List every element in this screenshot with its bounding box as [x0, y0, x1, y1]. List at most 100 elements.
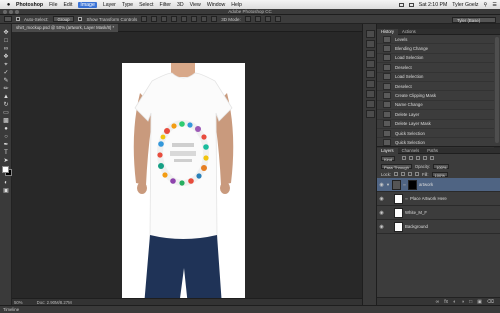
layer-row[interactable]: ◉ Background	[377, 220, 500, 234]
history-item[interactable]: Load Selection	[377, 73, 494, 82]
clone-stamp-tool-icon[interactable]: ▲	[2, 94, 10, 101]
healing-brush-tool-icon[interactable]: ✎	[2, 78, 10, 85]
layer-row[interactable]: ◉ ▼ ∞ artwork	[377, 178, 500, 192]
quick-mask-icon[interactable]: ◐	[2, 180, 10, 187]
document-canvas[interactable]	[122, 63, 245, 306]
eye-icon[interactable]: ◉	[377, 182, 386, 188]
pixel-filter-icon[interactable]	[402, 156, 407, 160]
lasso-tool-icon[interactable]: ∞	[2, 46, 10, 53]
layer-thumbnail[interactable]	[394, 207, 403, 218]
fill-field[interactable]: 100%	[431, 171, 448, 178]
slide-3d-icon[interactable]	[274, 16, 281, 22]
timeline-panel-tab[interactable]: Timeline	[0, 305, 500, 313]
clock[interactable]: Sat 2:10 PM	[419, 2, 448, 8]
eye-icon[interactable]: ◉	[377, 224, 386, 230]
add-mask-icon[interactable]: ◐	[453, 299, 456, 305]
layer-mask-thumbnail[interactable]	[408, 179, 417, 190]
tab-layers[interactable]: Layers	[377, 147, 398, 154]
layer-name[interactable]: White_M_F	[405, 210, 427, 215]
distribute-h-icon[interactable]	[211, 16, 218, 22]
menu-file[interactable]: File	[49, 2, 57, 8]
smart-object-thumbnail[interactable]	[394, 193, 403, 204]
styles-panel-icon[interactable]	[366, 60, 375, 68]
kind-filter-dropdown[interactable]: Kind	[381, 155, 396, 162]
history-scrollbar[interactable]	[495, 37, 499, 143]
gradient-tool-icon[interactable]: ▩	[2, 118, 10, 125]
history-item[interactable]: Quick Selection	[377, 138, 494, 148]
properties-panel-icon[interactable]	[366, 90, 375, 98]
spotlight-icon[interactable]: ⚲	[484, 2, 488, 8]
wifi-icon[interactable]	[398, 2, 404, 7]
color-swatches[interactable]	[2, 166, 12, 176]
dodge-tool-icon[interactable]: ○	[2, 134, 10, 141]
distribute-icon[interactable]	[201, 16, 208, 22]
new-group-icon[interactable]: □	[469, 299, 472, 305]
menu-layer[interactable]: Layer	[103, 2, 116, 8]
battery-icon[interactable]	[408, 2, 414, 7]
character-panel-icon[interactable]	[366, 70, 375, 78]
shape-filter-icon[interactable]	[423, 156, 428, 160]
link-layers-icon[interactable]: ∞	[436, 299, 440, 305]
swatches-panel-icon[interactable]	[366, 40, 375, 48]
align-center-icon[interactable]	[181, 16, 188, 22]
layer-row[interactable]: ◉ White_M_F	[377, 206, 500, 220]
history-item[interactable]: Create Clipping Mask	[377, 91, 494, 101]
align-top-icon[interactable]	[141, 16, 148, 22]
adjustments-panel-icon[interactable]	[366, 50, 375, 58]
quick-selection-tool-icon[interactable]: ❖	[2, 54, 10, 61]
transform-controls-checkbox[interactable]	[78, 17, 83, 21]
eyedropper-tool-icon[interactable]: ✓	[2, 70, 10, 77]
new-layer-icon[interactable]: ▣	[477, 299, 482, 305]
align-bottom-icon[interactable]	[161, 16, 168, 22]
menu-type[interactable]: Type	[122, 2, 133, 8]
menu-edit[interactable]: Edit	[63, 2, 72, 8]
blend-mode-dropdown[interactable]: Pass Through	[381, 163, 412, 170]
align-middle-icon[interactable]	[151, 16, 158, 22]
menu-filter[interactable]: Filter	[159, 2, 171, 8]
path-selection-tool-icon[interactable]: ➤	[2, 158, 10, 165]
adjustment-filter-icon[interactable]	[409, 156, 414, 160]
color-panel-icon[interactable]	[366, 30, 375, 38]
screen-mode-icon[interactable]: ▣	[2, 188, 10, 195]
eye-icon[interactable]: ◉	[377, 210, 386, 216]
auto-select-dropdown[interactable]: Group	[52, 16, 75, 22]
rotate-3d-icon[interactable]	[244, 16, 251, 22]
link-icon[interactable]: ∞	[405, 196, 409, 201]
document-size[interactable]: Doc: 2.90M/8.27M	[37, 300, 72, 305]
brush-tool-icon[interactable]: ✏	[2, 86, 10, 93]
drag-3d-icon[interactable]	[264, 16, 271, 22]
menu-image[interactable]: Image	[78, 1, 97, 8]
tab-paths[interactable]: Paths	[423, 148, 442, 154]
tab-channels[interactable]: Channels	[398, 148, 424, 154]
menu-help[interactable]: Help	[231, 2, 242, 8]
opacity-field[interactable]: 100%	[433, 163, 450, 170]
move-tool-icon[interactable]: ✥	[2, 30, 10, 37]
history-item[interactable]: Deselect	[377, 82, 494, 92]
history-item[interactable]: Quick Selection	[377, 129, 494, 139]
crop-tool-icon[interactable]: ⌖	[2, 62, 10, 69]
roll-3d-icon[interactable]	[254, 16, 261, 22]
lock-position-icon[interactable]	[408, 172, 413, 176]
smart-object-filter-icon[interactable]	[430, 156, 435, 160]
history-item[interactable]: Name Change	[377, 101, 494, 111]
marquee-tool-icon[interactable]: □	[2, 38, 10, 45]
menu-3d[interactable]: 3D	[177, 2, 184, 8]
align-left-icon[interactable]	[171, 16, 178, 22]
adjustment-layer-icon[interactable]: ◑	[461, 299, 464, 305]
lock-all-icon[interactable]	[415, 172, 420, 176]
history-item[interactable]: Blending Change	[377, 44, 494, 54]
type-tool-icon[interactable]: T	[2, 150, 10, 157]
brush-panel-icon[interactable]	[366, 100, 375, 108]
pen-tool-icon[interactable]: ✒	[2, 142, 10, 149]
align-right-icon[interactable]	[191, 16, 198, 22]
history-item[interactable]: Load Selection	[377, 54, 494, 64]
history-brush-tool-icon[interactable]: ↻	[2, 102, 10, 109]
link-icon[interactable]: ∞	[403, 182, 407, 187]
history-item[interactable]: Deselect	[377, 63, 494, 73]
canvas-area[interactable]	[12, 32, 362, 306]
zoom-level[interactable]: 50%	[14, 300, 23, 305]
user-name[interactable]: Tyler Goelz	[452, 2, 478, 8]
layer-name[interactable]: Place Artwork Here	[410, 196, 447, 201]
apple-icon[interactable]: ●	[5, 2, 12, 8]
notification-icon[interactable]: ☰	[492, 2, 497, 8]
